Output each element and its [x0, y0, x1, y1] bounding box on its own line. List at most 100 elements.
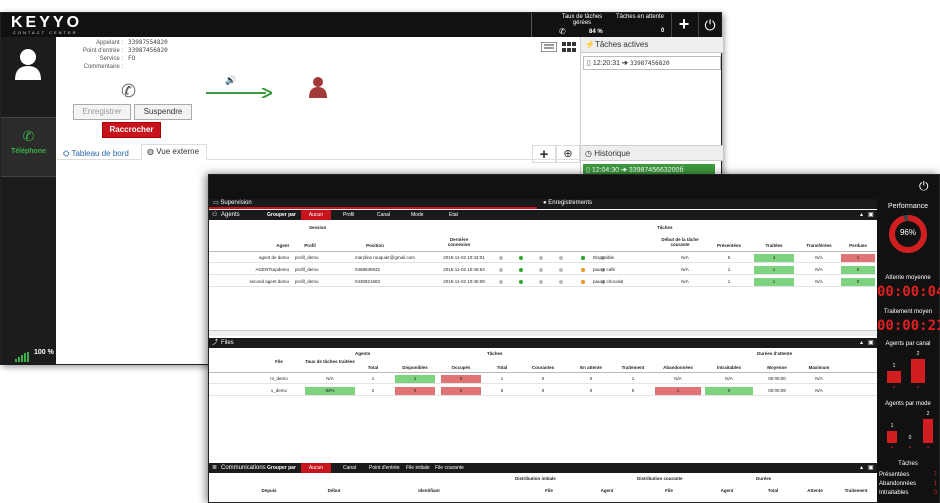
bell-icon[interactable]: ▴	[860, 210, 863, 220]
taches-header: Tâches	[657, 225, 673, 230]
comms-col[interactable]: File	[519, 488, 579, 493]
cell-etat: pause café	[593, 267, 616, 272]
comms-col[interactable]: Agent	[697, 488, 757, 493]
historique-header: ◷ Historique	[581, 145, 723, 161]
enregistrer-button[interactable]: Enregistrer	[73, 104, 131, 120]
minimize-icon[interactable]: ▣	[868, 338, 874, 348]
group-etat[interactable]: Etat	[449, 210, 458, 220]
cell-aband: 1	[676, 388, 680, 393]
chart-bar	[911, 359, 925, 383]
cell-dispo: 0	[413, 388, 417, 393]
group-aucun[interactable]: Aucun	[301, 210, 331, 220]
col-traitees[interactable]: Traitées	[759, 243, 789, 248]
clock-icon: ◷	[585, 149, 595, 158]
table-row[interactable]: agent de demo profil_demo maryline.rouquie…	[209, 253, 877, 263]
main-tabs: ▭ Supervision ● Enregistrements	[209, 199, 877, 209]
tab-supervision[interactable]: ▭ Supervision	[209, 199, 537, 209]
state-icon	[539, 268, 543, 272]
add-tab-icon[interactable]: +	[532, 145, 556, 163]
comms-col[interactable]: Depuis	[249, 488, 289, 493]
agents-header: ⚇ Agents Grouper par Aucun Profil Canal …	[209, 210, 877, 220]
cell-presentees: 1	[727, 279, 731, 284]
col-agent[interactable]: Agent	[209, 243, 289, 248]
col-ttotal[interactable]: Total	[487, 365, 517, 370]
state-icon	[499, 256, 503, 260]
col-derniere-connexion[interactable]: Dernière connexion	[439, 237, 479, 247]
cell-connexion: 2015-11-02 10:45:09	[443, 279, 485, 284]
power-icon[interactable]: ⏻	[698, 13, 721, 37]
divider	[209, 372, 877, 373]
cell-traitees: 4	[772, 255, 776, 260]
table-row[interactable]: second agent demo profil_demo 0430821683 20…	[209, 277, 877, 287]
state-icon	[519, 280, 523, 284]
taches-label: Tâches	[898, 461, 918, 467]
col-transferees[interactable]: Transférées	[799, 243, 839, 248]
table-row[interactable]: m_demo N/A 1 1 0 1 0 0 1 N/A N/A 00:00:00 N/A	[209, 374, 877, 384]
group-aucun[interactable]: Aucun	[301, 463, 331, 473]
list-view-icon[interactable]	[540, 39, 558, 53]
cell-debut: N/A	[681, 267, 689, 272]
power-icon[interactable]: ⏻	[919, 179, 929, 194]
intraitables-row: Intraitables 0	[879, 489, 937, 498]
sidebar-item-telephone[interactable]: ✆ Téléphone	[1, 117, 56, 177]
col-taux[interactable]: Taux de tâches traitées	[305, 359, 355, 364]
col-maximum[interactable]: Maximum	[799, 365, 839, 370]
active-task-item[interactable]: ▯ 12:20:31 ➔ 33987456820	[583, 56, 721, 70]
group-canal[interactable]: Canal	[343, 463, 356, 473]
suspendre-button[interactable]: Suspendre	[134, 104, 192, 120]
col-debut-tache[interactable]: Début de la tâche courante	[655, 237, 705, 247]
comms-col[interactable]: Identifiant	[409, 488, 449, 493]
raccrocher-button[interactable]: Raccrocher	[102, 122, 161, 138]
tab-tableau-de-bord[interactable]: ⛭ Tableau de bord	[63, 149, 129, 159]
historique-title: Historique	[594, 149, 631, 158]
group-file-initiale[interactable]: File initiale	[406, 463, 430, 473]
agents-scrollbar[interactable]	[209, 330, 877, 336]
zoom-icon[interactable]: ⊕	[556, 145, 580, 163]
mobile-icon: ▯	[586, 167, 590, 174]
col-traitement[interactable]: Traitement	[613, 365, 653, 370]
col-perdues[interactable]: Perdues	[841, 243, 875, 248]
group-profil[interactable]: Profil	[343, 210, 354, 220]
tab-vue-externe[interactable]: ◍ Vue externe	[141, 144, 207, 160]
comms-group-distribution-courante: Distribution courante	[637, 476, 683, 481]
table-row[interactable]: v_demo 83% 2 0 0 6 0 0 5 1 0 00:00:09 N/A	[209, 386, 877, 396]
col-intraitables[interactable]: Intraitables	[705, 365, 753, 370]
comms-col[interactable]: Total	[753, 488, 793, 493]
comms-col[interactable]: Traitement	[835, 488, 877, 493]
add-icon[interactable]: +	[671, 13, 696, 37]
col-file[interactable]: File	[249, 359, 309, 364]
supervision-top-bar: ⏻	[209, 175, 939, 199]
minimize-icon[interactable]: ▣	[868, 210, 874, 220]
rate-value: 84 %	[589, 29, 603, 35]
col-abandonnees[interactable]: Abandonnées	[655, 365, 701, 370]
comms-col[interactable]: Agent	[577, 488, 637, 493]
agent-person-icon	[309, 76, 327, 98]
col-profil[interactable]: Profil	[295, 243, 325, 248]
comms-col[interactable]: Début	[319, 488, 349, 493]
group-file-courante[interactable]: File courante	[435, 463, 464, 473]
group-canal[interactable]: Canal	[377, 210, 390, 220]
comms-col[interactable]: Attente	[797, 488, 833, 493]
users-icon: ⚇	[212, 212, 218, 218]
comms-col[interactable]: File	[639, 488, 699, 493]
col-moyenne[interactable]: Moyenne	[757, 365, 797, 370]
col-disponibles[interactable]: Disponibles	[395, 365, 435, 370]
col-position[interactable]: Position	[355, 243, 395, 248]
col-presentees[interactable]: Présentées	[709, 243, 749, 248]
presentees-value: 7	[933, 472, 937, 478]
cell-profil: profil_demo	[295, 267, 319, 272]
chart-bar	[887, 371, 901, 383]
tab-enregistrements[interactable]: ● Enregistrements	[539, 199, 877, 209]
col-total[interactable]: Total	[355, 365, 391, 370]
col-occupes[interactable]: Occupés	[441, 365, 481, 370]
bell-icon[interactable]: ▴	[860, 463, 863, 473]
group-mode[interactable]: Mode	[411, 210, 424, 220]
group-point-entree[interactable]: Point d'entrée	[369, 463, 400, 473]
bell-icon[interactable]: ▴	[860, 338, 863, 348]
minimize-icon[interactable]: ▣	[868, 463, 874, 473]
table-row[interactable]: AGENTsupdemo profil_demo 0468836932 2015-11…	[209, 265, 877, 275]
comms-group-durees: Durées	[756, 476, 772, 481]
col-courantes[interactable]: Courantes	[525, 365, 561, 370]
col-en-attente[interactable]: En attente	[573, 365, 609, 370]
grid-view-icon[interactable]	[562, 39, 576, 52]
